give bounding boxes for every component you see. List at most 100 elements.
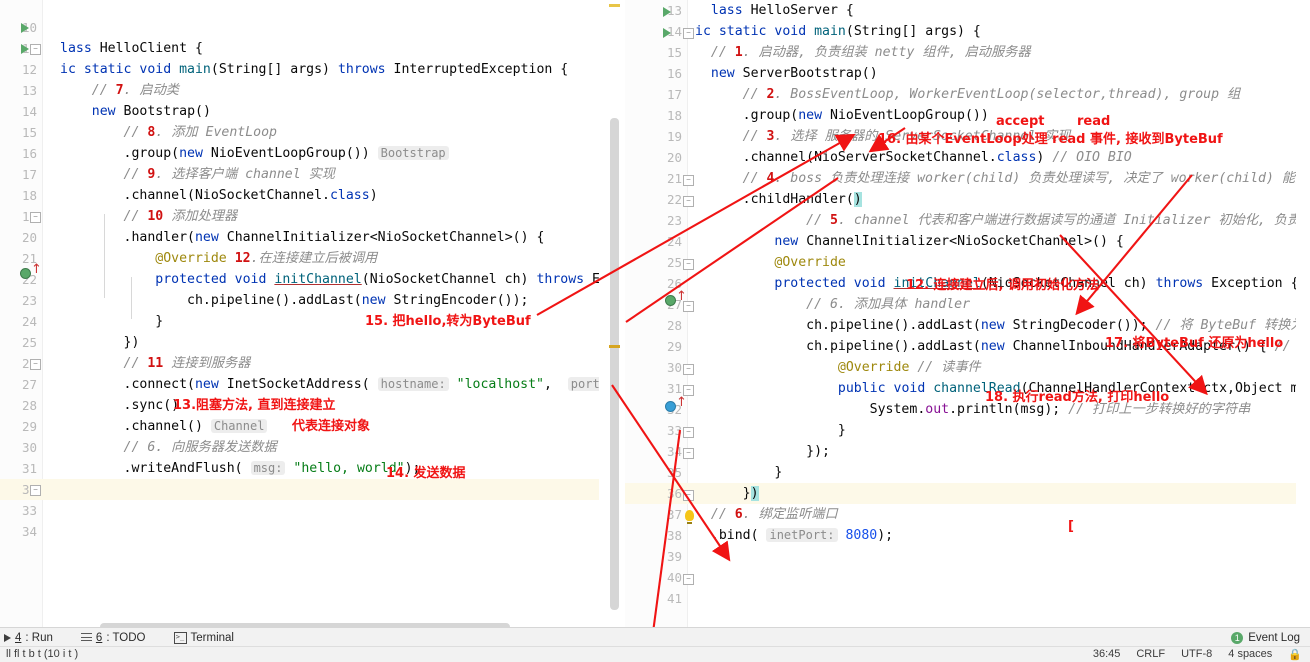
code-line[interactable]: // 9. 选择客户端 channel 实现 [42, 164, 599, 185]
scrollbar-vertical-left[interactable] [608, 0, 621, 636]
annotation-label-12: 12. 连接建立后, 调用初始化方法 [906, 278, 1100, 293]
code-line[interactable]: .group(new NioEventLoopGroup()) [687, 105, 1296, 126]
code-area-right[interactable]: lass HelloServer {ic static void main(St… [687, 0, 1296, 636]
tool-button-todo-num: 6 [95, 631, 103, 644]
gutter-left[interactable]: 1011121314151617181920212223242526272829… [0, 0, 43, 636]
scrollbar-thumb-left[interactable] [610, 118, 619, 610]
code-line[interactable]: @Override [687, 252, 1296, 273]
code-line[interactable]: lass HelloServer { [687, 0, 1296, 21]
run-gutter-icon-main-server[interactable] [663, 28, 671, 38]
tool-button-run[interactable]: 4: Run [0, 628, 63, 647]
line-number: 24 [21, 314, 37, 329]
status-line-separator[interactable]: CRLF [1136, 648, 1165, 661]
code-line[interactable] [687, 546, 1296, 567]
line-number: 18 [666, 108, 682, 123]
code-line[interactable]: .childHandler() [687, 189, 1296, 210]
fold-icon-7[interactable]: − [683, 427, 694, 438]
code-line[interactable]: new Bootstrap() [42, 101, 599, 122]
fold-icon-10[interactable]: − [683, 574, 694, 585]
tool-button-todo[interactable]: 6: TODO [63, 628, 156, 647]
status-lock-icon[interactable]: 🔒 [1288, 648, 1302, 661]
code-line[interactable]: // 10 添加处理器 [42, 206, 599, 227]
tool-button-terminal[interactable]: >_ Terminal [156, 628, 244, 647]
fold-icon-8[interactable]: − [683, 448, 694, 459]
fold-icon-1[interactable]: − [683, 175, 694, 186]
status-caret-position[interactable]: 36:45 [1093, 648, 1121, 661]
status-encoding[interactable]: UTF-8 [1181, 648, 1212, 661]
run-gutter-icon-class[interactable] [21, 23, 29, 33]
code-line[interactable]: } [687, 462, 1296, 483]
code-line[interactable]: @Override // 读事件 [687, 357, 1296, 378]
fold-icon-method[interactable]: − [30, 44, 41, 55]
line-number: 30 [21, 440, 37, 455]
code-line[interactable]: .channel(NioServerSocketChannel.class) /… [687, 147, 1296, 168]
code-line[interactable]: new ChannelInitializer<NioSocketChannel>… [687, 231, 1296, 252]
code-line[interactable]: } [687, 420, 1296, 441]
code-line[interactable]: .group(new NioEventLoopGroup()) Bootstra… [42, 143, 599, 164]
code-line[interactable]: // 5. channel 代表和客户端进行数据读写的通道 Initialize… [687, 210, 1296, 231]
code-line[interactable]: }) [42, 332, 599, 353]
fold-icon-close[interactable]: − [30, 359, 41, 370]
fold-icon-handler[interactable]: − [30, 212, 41, 223]
fold-icon-end[interactable]: − [30, 485, 41, 496]
code-line[interactable]: new ServerBootstrap() [687, 63, 1296, 84]
editor-pane-server[interactable]: 1314151617181920212223242526272829303132… [625, 0, 1310, 636]
code-line[interactable]: ic static void main(String[] args) throw… [42, 59, 599, 80]
code-line[interactable]: ic static void main(String[] args) { [687, 21, 1296, 42]
line-number: 20 [21, 230, 37, 245]
fold-icon-3[interactable]: − [683, 259, 694, 270]
code-line[interactable]: // 8. 添加 EventLoop [42, 122, 599, 143]
code-line[interactable]: // 6. 绑定监听端口 [687, 504, 1296, 525]
run-gutter-icon-main[interactable] [21, 44, 29, 54]
indent-guide [104, 214, 105, 298]
marker-warning-mid-left[interactable] [609, 345, 620, 348]
code-line[interactable]: // 6. 添加具体 handler [687, 294, 1296, 315]
breakpoint-icon-left[interactable] [20, 268, 31, 279]
code-line[interactable]: // 1. 启动器, 负责组装 netty 组件, 启动服务器 [687, 42, 1296, 63]
code-line[interactable]: lass HelloClient { [42, 38, 599, 59]
gutter-right[interactable]: 1314151617181920212223242526272829303132… [625, 0, 688, 636]
code-line[interactable]: // 2. BossEventLoop, WorkerEventLoop(sel… [687, 84, 1296, 105]
code-line[interactable] [42, 479, 599, 500]
fold-icon-method-server[interactable]: − [683, 28, 694, 39]
line-number: 22 [666, 192, 682, 207]
editor-pane-client[interactable]: 1011121314151617181920212223242526272829… [0, 0, 625, 636]
code-line[interactable]: .handler(new ChannelInitializer<NioSocke… [42, 227, 599, 248]
code-line[interactable] [42, 500, 599, 521]
code-line[interactable]: // 4. boss 负责处理连接 worker(child) 负责处理读写, … [687, 168, 1296, 189]
breakpoint-icon-server-2[interactable] [665, 401, 676, 412]
code-line[interactable] [687, 588, 1296, 609]
line-number: 41 [666, 591, 682, 606]
marker-warning-top-left[interactable] [609, 4, 620, 7]
code-line[interactable]: // 11 连接到服务器 [42, 353, 599, 374]
code-line[interactable]: .channel(NioSocketChannel.class) [42, 185, 599, 206]
annotation-label-16: 16. 由某个EventLoop处理 read 事件, 接收到ByteBuf [878, 132, 1223, 147]
fold-icon-2[interactable]: − [683, 196, 694, 207]
annotation-label-17: 17. 将ByteBuf 还原为hello [1105, 336, 1284, 351]
code-line[interactable]: }) [687, 483, 1296, 504]
status-indent[interactable]: 4 spaces [1228, 648, 1272, 661]
line-number: 14 [21, 104, 37, 119]
code-line[interactable]: @Override 12.在连接建立后被调用 [42, 248, 599, 269]
code-line[interactable]: .connect(new InetSocketAddress( hostname… [42, 374, 599, 395]
code-line[interactable]: .writeAndFlush( msg: "hello, world"); [42, 458, 599, 479]
code-line[interactable]: // 6. 向服务器发送数据 [42, 437, 599, 458]
code-line[interactable]: // 7. 启动类 [42, 80, 599, 101]
fold-icon-5[interactable]: − [683, 364, 694, 375]
run-gutter-icon-class-server[interactable] [663, 7, 671, 17]
code-line[interactable]: protected void initChannel(NioSocketChan… [42, 269, 599, 290]
line-number: 30 [666, 360, 682, 375]
code-line[interactable]: .bind( inetPort: 8080); [687, 525, 1296, 546]
execution-pointer-icon-server-1: ↑ [676, 289, 687, 304]
code-line[interactable]: }); [687, 441, 1296, 462]
code-line[interactable]: ch.pipeline().addLast(new StringEncoder(… [42, 290, 599, 311]
line-number: 36 [625, 483, 687, 504]
annotation-label-13: 13.阻塞方法, 直到连接建立 [173, 398, 336, 413]
code-line[interactable] [687, 567, 1296, 588]
fold-icon-9[interactable]: − [683, 490, 694, 501]
breakpoint-icon-server-1[interactable] [665, 295, 676, 306]
intention-bulb-icon[interactable] [685, 510, 694, 524]
tool-button-event-log[interactable]: Event Log [1248, 632, 1300, 644]
code-line[interactable] [42, 521, 599, 542]
code-line[interactable] [42, 17, 599, 38]
